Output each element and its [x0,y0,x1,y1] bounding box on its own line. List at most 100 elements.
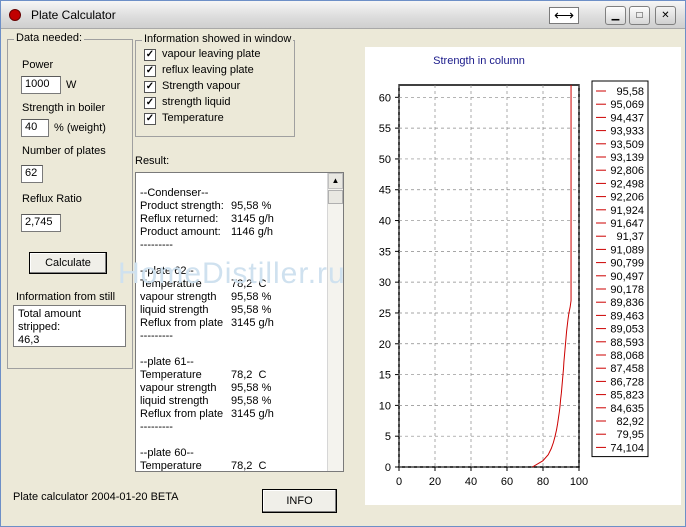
strength-label: Strength in boiler [22,102,106,114]
checkbox-icon[interactable]: ✓ [144,81,156,93]
power-unit: W [66,79,77,91]
result-line: Product amount: 1146 g/h [140,226,273,239]
result-line-value: 95,58 % [231,200,272,212]
strength-chart: Strength in column 0 5 10 15 20 25 30 35 40 45 50 55… [365,47,681,505]
result-line: --plate 61-- [140,356,194,369]
legend-value: 74,104 [610,442,644,454]
result-line-text: --------- [140,421,173,433]
checkbox-icon[interactable]: ✓ [144,97,156,109]
legend-value: 91,089 [610,244,644,256]
y-tick-label: 10 [379,400,391,412]
legend-value: 84,635 [610,403,644,415]
minimize-button[interactable]: ▁ [605,6,626,25]
result-line: Reflux returned: 3145 g/h [140,213,274,226]
result-line-value: 95,58 % [231,395,272,407]
result-line: --------- [140,239,173,252]
legend-value: 93,139 [610,152,644,164]
legend-value: 90,178 [610,284,644,296]
reflux-label: Reflux Ratio [22,193,82,205]
legend-value: 85,823 [610,390,644,402]
legend-value: 89,053 [610,324,644,336]
result-label: Result: [135,155,170,167]
info-window-group: Information showed in window ✓ vapour lea… [135,33,295,137]
result-scrollbar[interactable]: ▲ [327,173,343,471]
result-line: vapour strength 95,58 % [140,382,271,395]
x-tick-label: 80 [537,476,549,488]
legend-value: 82,92 [616,416,644,428]
legend-value: 86,728 [610,376,644,388]
result-line: --plate 60-- [140,447,194,460]
legend-value: 92,498 [610,178,644,190]
result-line-value: 95,58 % [231,291,272,303]
resize-arrows-icon[interactable]: ⟷ [549,7,579,24]
result-line: --Condenser-- [140,187,208,200]
scroll-up-icon[interactable]: ▲ [328,173,343,189]
watermark-text: HomeDistiller.ru [118,257,346,290]
reflux-input[interactable]: 2,745 [21,214,61,232]
legend-value: 88,593 [610,337,644,349]
calculate-button[interactable]: Calculate [29,252,107,274]
checkbox-label: strength liquid [162,96,231,108]
legend-value: 90,497 [610,271,644,283]
checkbox-label: Temperature [162,112,224,124]
result-line: Temperature 78,2 C [140,369,266,382]
result-line-text: Temperature [140,369,202,381]
legend-value: 95,58 [616,86,644,98]
checkbox-icon[interactable]: ✓ [144,113,156,125]
x-tick-label: 20 [429,476,441,488]
result-line: Reflux from plate 3145 g/h [140,317,274,330]
result-line-text: Temperature [140,460,202,472]
result-line-value: 3145 g/h [231,213,274,225]
y-tick-label: 40 [379,216,391,228]
plates-input[interactable]: 62 [21,165,43,183]
strength-chart-svg: Strength in column 0 5 10 15 20 25 30 35 40 45 50 55… [379,55,649,488]
y-tick-label: 50 [379,154,391,166]
window-title: Plate Calculator [31,8,116,22]
chart-title: Strength in column [433,55,525,67]
result-line-text: liquid strength [140,304,209,316]
result-line-text: --plate 60-- [140,447,194,459]
power-label: Power [22,59,54,71]
x-tick-label: 100 [570,476,588,488]
y-tick-label: 0 [385,462,391,474]
close-button[interactable]: ✕ [655,6,676,25]
scroll-thumb[interactable] [328,190,343,204]
checkbox-icon[interactable]: ✓ [144,65,156,77]
legend-value: 93,933 [610,126,644,138]
legend-value: 79,95 [616,429,644,441]
y-tick-label: 45 [379,185,391,197]
result-line-value: 95,58 % [231,382,272,394]
legend-value: 92,206 [610,192,644,204]
legend-value: 92,806 [610,165,644,177]
plot-frame [398,84,580,468]
strength-input[interactable]: 40 [21,119,49,137]
result-line: vapour strength 95,58 % [140,291,271,304]
title-bar[interactable]: Plate Calculator ⟷ ▁ □ ✕ [1,1,685,29]
x-tick-label: 60 [501,476,513,488]
legend-value: 88,068 [610,350,644,362]
legend-value: 94,437 [610,112,644,124]
result-line: liquid strength 95,58 % [140,304,271,317]
result-line-text: Reflux from plate [140,408,224,420]
x-tick-label: 40 [465,476,477,488]
power-input[interactable]: 1000 [21,76,61,94]
legend-value: 91,647 [610,218,644,230]
legend-value: 89,463 [610,310,644,322]
still-line-2: 46,3 [18,334,40,346]
legend-value: 89,836 [610,297,644,309]
result-textbox[interactable]: --Condenser-- Product strength: 95,58 % Ref… [135,172,344,472]
checkbox-icon[interactable]: ✓ [144,49,156,61]
x-tick-label: 0 [396,476,402,488]
data-needed-title: Data needed: [14,32,85,44]
result-line-value: 1146 g/h [231,226,274,238]
result-line-value: 78,2 C [231,460,267,472]
result-line-text: Reflux from plate [140,317,224,329]
result-line-text: vapour strength [140,382,217,394]
maximize-button[interactable]: □ [629,6,650,25]
version-label: Plate calculator 2004-01-20 BETA [13,491,179,503]
result-line-text: Product amount: [140,226,221,238]
info-button[interactable]: INFO [262,489,337,513]
result-line-text: Product strength: [140,200,224,212]
y-tick-label: 5 [385,431,391,443]
y-tick-label: 60 [379,92,391,104]
